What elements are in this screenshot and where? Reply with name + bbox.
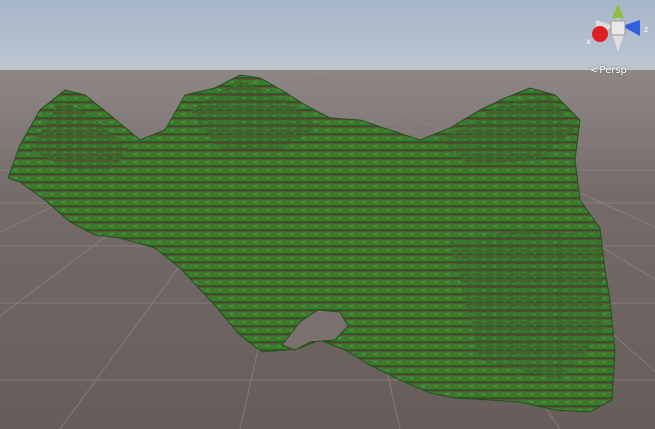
scene-view[interactable]: x z <Persp — [0, 0, 655, 429]
projection-label: Persp — [599, 65, 627, 76]
x-axis-cone[interactable] — [592, 26, 608, 42]
gizmo-z-label: z — [644, 25, 648, 34]
neg-y-axis-cone[interactable] — [612, 34, 624, 52]
voxel-terrain[interactable] — [0, 0, 655, 429]
chevron-left-icon: < — [590, 65, 599, 76]
y-axis-cone[interactable] — [612, 4, 624, 18]
projection-toggle[interactable]: <Persp — [590, 65, 627, 76]
orientation-gizmo[interactable]: x z — [584, 4, 652, 56]
gizmo-center-cube[interactable] — [610, 20, 626, 36]
gizmo-x-label: x — [586, 37, 591, 46]
